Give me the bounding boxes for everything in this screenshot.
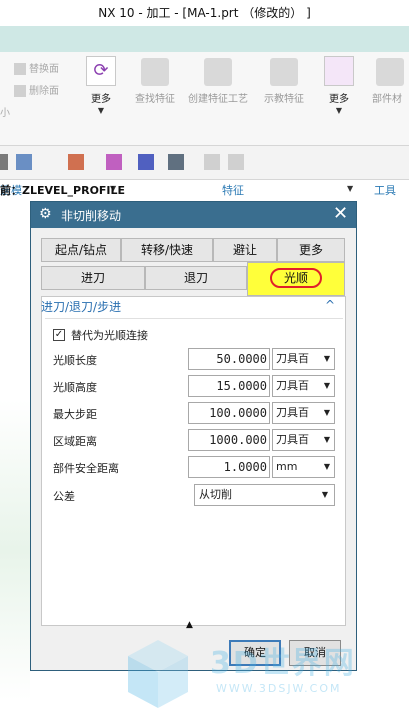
unit-label: 刀具百 — [276, 406, 309, 419]
unit-label: mm — [276, 460, 298, 473]
teach-feature-button[interactable]: 示教特征 — [258, 58, 310, 105]
delete-face-command[interactable]: 删除面 — [14, 82, 59, 97]
replace-face-icon — [14, 63, 26, 75]
left-more-label: 更多 — [91, 94, 111, 105]
delete-face-icon — [14, 85, 26, 97]
max-stepover-label: 最大步距 — [53, 408, 97, 421]
group-header-engage-retract-stepover[interactable]: 进刀/退刀/步进 — [41, 298, 121, 315]
smooth-height-label: 光顺高度 — [53, 381, 97, 394]
replace-face-command[interactable]: 替换面 — [14, 60, 59, 75]
verify-icon[interactable] — [106, 154, 122, 170]
group-divider — [45, 318, 343, 319]
viewport-background — [0, 400, 30, 700]
tab-transfer-rapid[interactable]: 转移/快速 — [121, 238, 213, 262]
tab-start-drill-points[interactable]: 起点/钻点 — [41, 238, 121, 262]
part-material-button[interactable]: 部件材 — [372, 58, 409, 105]
ribbon-tab-strip — [0, 26, 409, 52]
cube-logo-icon — [128, 640, 188, 708]
tool-path-icon[interactable] — [68, 154, 84, 170]
unit-label: 刀具百 — [276, 352, 309, 365]
measure-icon[interactable] — [168, 154, 184, 170]
replace-with-smooth-label: 替代为光顺连接 — [71, 329, 148, 342]
max-stepover-unit-select[interactable]: 刀具百 ▼ — [272, 402, 335, 424]
create-feature-process-label: 创建特征工艺 — [188, 94, 248, 105]
gear-icon: ⚙ — [39, 206, 52, 222]
create-feature-process-button[interactable]: 创建特征工艺 — [186, 58, 250, 105]
teach-feature-label: 示教特征 — [264, 94, 304, 105]
cube-icon — [324, 56, 354, 86]
tolerance-value: 从切削 — [199, 488, 232, 501]
paste-icon[interactable] — [228, 154, 244, 170]
close-icon[interactable]: ✕ — [333, 203, 348, 224]
collapse-icon[interactable]: ^ — [325, 298, 335, 312]
tab-smoothing-label: 光顺 — [269, 268, 322, 288]
dialog-title: 非切削移动 — [61, 209, 122, 223]
region-distance-input[interactable]: 1000.000 — [188, 429, 270, 451]
ribbon-fragment-label: 小 — [0, 108, 10, 119]
part-safe-clearance-input[interactable]: 1.0000 — [188, 456, 270, 478]
group-label-feature: 特征 — [222, 184, 244, 197]
create-feature-process-icon — [204, 58, 232, 86]
feature-more-button[interactable]: 更多 ▼ — [322, 56, 356, 116]
watermark-logo: 3D世界网 WWW.3DSJW.COM — [120, 636, 390, 716]
chevron-down-icon: ▼ — [323, 462, 330, 471]
smooth-length-input[interactable]: 50.0000 — [188, 348, 270, 370]
watermark-url: WWW.3DSJW.COM — [216, 682, 342, 695]
orient-view-icon[interactable] — [16, 154, 32, 170]
chevron-down-icon: ▼ — [323, 408, 330, 417]
current-operation-label: 前：ZLEVEL_PROFILE — [0, 184, 126, 197]
region-distance-label: 区域距离 — [53, 435, 97, 448]
chevron-down-icon: ▼ — [97, 106, 105, 115]
expand-panel-icon[interactable]: ▲ — [186, 620, 193, 630]
tab-more[interactable]: 更多 — [277, 238, 345, 262]
non-cutting-moves-dialog: ⚙ 非切削移动 ✕ 起点/钻点 转移/快速 避让 更多 进刀 退刀 光顺 进刀/… — [30, 201, 357, 671]
ribbon: 替换面 删除面 小 ⟳ 更多 ▼ 查找特征 创建特征工艺 示教特征 更多 ▼ 部件材… — [0, 52, 409, 197]
toolbar-icon[interactable] — [0, 154, 8, 170]
chevron-down-icon: ▼ — [321, 490, 328, 499]
watermark-title: 3D世界网 — [210, 646, 356, 681]
tolerance-label: 公差 — [53, 490, 75, 503]
smooth-height-unit-select[interactable]: 刀具百 ▼ — [272, 375, 335, 397]
replace-face-label: 替换面 — [29, 64, 59, 75]
part-safe-clearance-label: 部件安全距离 — [53, 462, 119, 475]
secondary-toolbar — [0, 146, 409, 180]
simulate-icon[interactable] — [138, 154, 154, 170]
group-label-tools: 工具 — [374, 184, 396, 197]
smooth-length-unit-select[interactable]: 刀具百 ▼ — [272, 348, 335, 370]
tab-smoothing[interactable]: 光顺 — [247, 262, 345, 296]
find-feature-button[interactable]: 查找特征 — [130, 58, 180, 105]
chevron-down-icon: ▼ — [335, 106, 343, 115]
window-title: NX 10 - 加工 - [MA-1.prt （修改的） ] — [0, 0, 409, 26]
feature-more-label: 更多 — [329, 94, 349, 105]
unit-label: 刀具百 — [276, 433, 309, 446]
dialog-title-bar[interactable]: ⚙ 非切削移动 ✕ — [31, 202, 356, 228]
delete-face-label: 删除面 — [29, 86, 59, 97]
left-more-button[interactable]: ⟳ 更多 ▼ — [84, 56, 118, 116]
chevron-down-icon: ▼ — [323, 381, 330, 390]
tolerance-select[interactable]: 从切削 ▼ — [194, 484, 335, 506]
region-distance-unit-select[interactable]: 刀具百 ▼ — [272, 429, 335, 451]
find-feature-label: 查找特征 — [135, 94, 175, 105]
unit-label: 刀具百 — [276, 379, 309, 392]
part-safe-clearance-unit-select[interactable]: mm ▼ — [272, 456, 335, 478]
teach-feature-icon — [270, 58, 298, 86]
tab-avoidance[interactable]: 避让 — [213, 238, 277, 262]
group-menu-icon[interactable]: ▼ — [347, 184, 353, 193]
copy-icon[interactable] — [204, 154, 220, 170]
tab-engage[interactable]: 进刀 — [41, 266, 145, 290]
find-feature-icon — [141, 58, 169, 86]
part-material-icon — [376, 58, 404, 86]
tab-retract[interactable]: 退刀 — [145, 266, 247, 290]
chevron-down-icon: ▼ — [323, 354, 330, 363]
replace-with-smooth-checkbox[interactable]: ✓ — [53, 329, 65, 341]
part-material-label: 部件材 — [372, 94, 402, 105]
sync-icon: ⟳ — [86, 56, 116, 86]
smooth-length-label: 光顺长度 — [53, 354, 97, 367]
max-stepover-input[interactable]: 100.0000 — [188, 402, 270, 424]
smooth-height-input[interactable]: 15.0000 — [188, 375, 270, 397]
chevron-down-icon: ▼ — [323, 435, 330, 444]
